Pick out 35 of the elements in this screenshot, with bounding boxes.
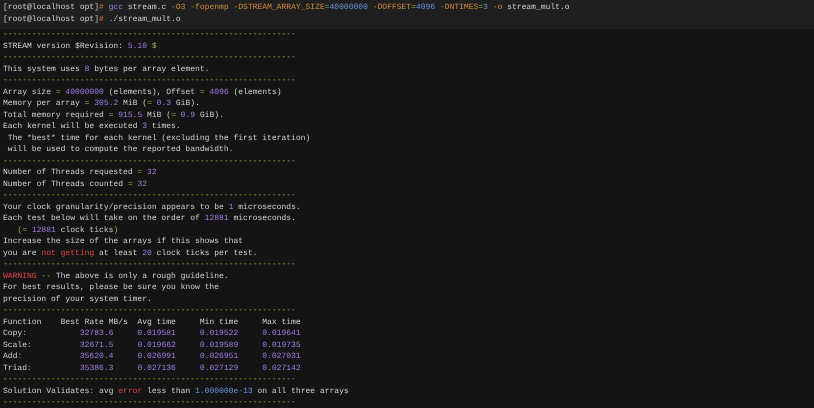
output-line: Triad: 35386.3 0.027136 0.027129 0.027142 — [3, 362, 302, 374]
dash-rule: ------------------------------------------------------------- — [3, 190, 297, 202]
output-line: Each test below will take on the order of 12881 microseconds. — [3, 213, 297, 224]
dash-rule: ------------------------------------------------------------- — [3, 75, 297, 86]
dash-rule: ------------------------------------------------------------- — [3, 305, 297, 316]
output-line: Array size = 40000000 (elements), Offset = 4096 (elements) — [3, 86, 282, 98]
output-line: Each kernel will be executed 3 times. — [3, 121, 182, 132]
output-line: WARNING -- The above is only a rough guideline. — [3, 270, 230, 282]
output-line: Memory per array = 305.2 MiB (= 0.3 GiB). — [3, 98, 201, 110]
output-line: The *best* time for each kernel (excluding the first iteration) — [6, 132, 312, 144]
output-line: Solution Validates: avg error less than 1.000000e-13 on all three arrays — [3, 386, 350, 397]
command-line: [root@localhost opt]# gcc stream.c -O3 -fopenmp -DSTREAM_ARRAY_SIZE=40000000 -DOFFSET=4096 -DNTIMES=3 -o stream_mult.o — [3, 2, 571, 14]
output-line: (= 12881 clock ticks) — [16, 224, 120, 236]
output-line: Number of Threads counted = 32 — [3, 178, 148, 190]
output-line: Your clock granularity/precision appears to be 1 microseconds. — [3, 202, 302, 213]
output-line: Add: 35620.4 0.026991 0.026951 0.027031 — [3, 351, 302, 362]
dash-rule: ------------------------------------------------------------- — [3, 52, 297, 64]
dash-rule: ------------------------------------------------------------- — [3, 259, 297, 270]
output-line: Function Best Rate MB/s Avg time Min time Max time — [3, 316, 302, 328]
output-line: you are not getting at least 20 clock ticks per test. — [3, 248, 258, 259]
output-line: Scale: 32671.5 0.019662 0.019589 0.019735 — [3, 340, 302, 351]
dash-rule: ------------------------------------------------------------- — [3, 29, 297, 40]
output-line: For best results, please be sure you know the — [3, 282, 220, 294]
output-line: Total memory required = 915.5 MiB (= 0.9 GiB). — [3, 110, 225, 121]
output-line: precision of your system timer. — [3, 294, 153, 305]
dash-rule: ------------------------------------------------------------- — [3, 397, 297, 408]
command-line: [root@localhost opt]# ./stream_mult.o — [3, 14, 182, 25]
output-line: Copy: 32783.6 0.019581 0.019522 0.019641 — [3, 328, 302, 340]
output-line: will be used to compute the reported bandwidth. — [6, 144, 234, 156]
output-line: Increase the size of the arrays if this shows that — [3, 236, 244, 248]
output-line: This system uses 8 bytes per array element. — [3, 64, 210, 75]
dash-rule: ------------------------------------------------------------- — [3, 156, 297, 167]
output-line: STREAM version $Revision: 5.10 $ — [3, 40, 158, 52]
output-line: Number of Threads requested = 32 — [3, 167, 158, 178]
dash-rule: ------------------------------------------------------------- — [3, 374, 297, 386]
